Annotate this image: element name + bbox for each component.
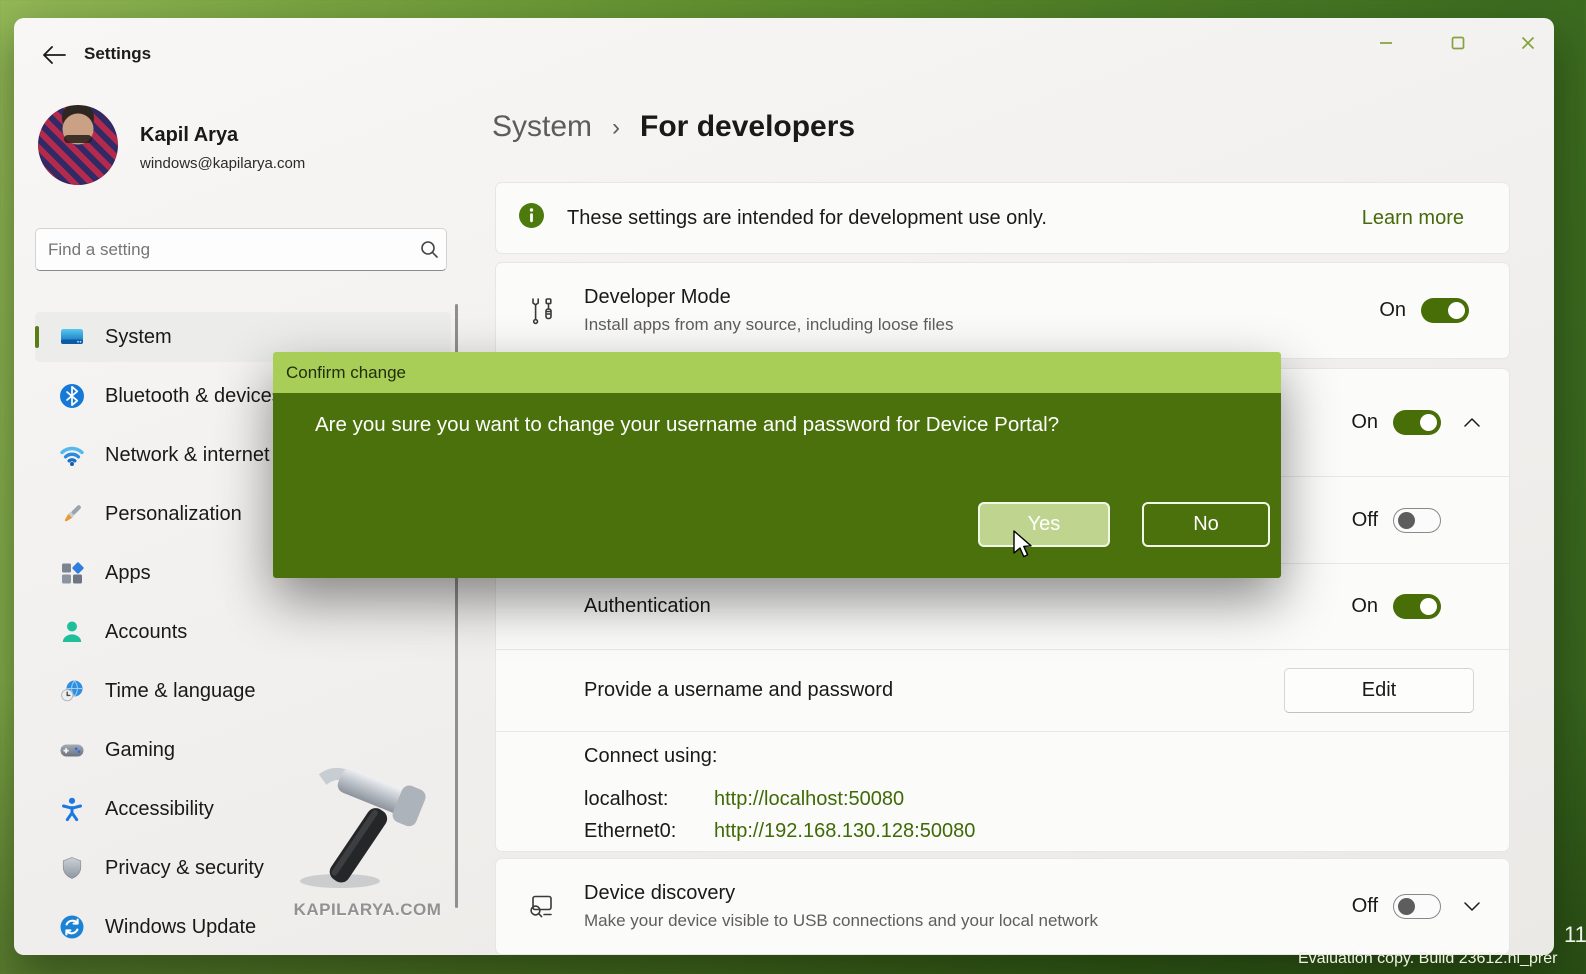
developer-mode-row: Developer Mode Install apps from any sou… — [495, 262, 1510, 359]
sidebar-item-label: Network & internet — [105, 444, 270, 467]
page-title: Settings — [84, 44, 151, 64]
settings-window: Settings Kapil Arya windows@kapilarya.co… — [14, 18, 1554, 955]
yes-button[interactable]: Yes — [978, 502, 1110, 547]
evaluation-copy-watermark: Evaluation copy. Build 23612.ni_prer — [1298, 950, 1557, 968]
device-discovery-toggle-label: Off — [1352, 895, 1378, 918]
info-icon — [518, 202, 545, 234]
close-button[interactable] — [1505, 28, 1551, 62]
time-language-icon — [59, 678, 85, 704]
dev-warning-banner: These settings are intended for developm… — [495, 182, 1510, 254]
apps-icon — [59, 560, 85, 586]
device-discovery-text: Device discovery Make your device visibl… — [584, 882, 1098, 931]
developer-mode-toggle[interactable] — [1421, 298, 1469, 323]
sidebar-item-label: Time & language — [105, 680, 255, 703]
credentials-label: Provide a username and password — [584, 679, 893, 702]
connect-using-heading: Connect using: — [584, 745, 1509, 768]
authentication-label: Authentication — [584, 595, 711, 618]
selected-indicator — [35, 326, 39, 348]
credentials-row: Provide a username and password Edit — [496, 649, 1509, 731]
device-discovery-row: Device discovery Make your device visibl… — [495, 858, 1510, 955]
developer-mode-subtitle: Install apps from any source, including … — [584, 315, 953, 335]
page-heading: For developers — [640, 110, 855, 144]
windows-update-icon — [59, 914, 85, 940]
toggle-knob — [1398, 512, 1415, 529]
hammer-logo-icon — [288, 878, 448, 895]
authentication-toggle[interactable] — [1393, 594, 1441, 619]
minimize-button[interactable] — [1363, 28, 1409, 62]
device-discovery-toggle[interactable] — [1393, 894, 1441, 919]
no-button[interactable]: No — [1142, 502, 1270, 547]
search-box[interactable] — [35, 228, 447, 271]
sidebar-item-label: Accounts — [105, 621, 187, 644]
developer-mode-toggle-label: On — [1379, 299, 1406, 322]
sidebar-item-label: Windows Update — [105, 916, 256, 939]
sidebar-item-label: Apps — [105, 562, 151, 585]
device-discovery-title: Device discovery — [584, 882, 1098, 905]
chevron-up-icon[interactable] — [1463, 418, 1481, 427]
avatar — [38, 105, 118, 185]
maximize-button[interactable] — [1435, 28, 1481, 62]
dialog-title: Confirm change — [273, 352, 1281, 393]
connect-using-row: Connect using: localhost: http://localho… — [496, 731, 1509, 852]
windows-version-watermark: 11 — [1564, 922, 1586, 948]
device-discovery-subtitle: Make your device visible to USB connecti… — [584, 911, 1098, 931]
toggle-knob — [1420, 598, 1437, 615]
learn-more-link[interactable]: Learn more — [1362, 207, 1464, 230]
device-discovery-icon — [526, 893, 558, 921]
bluetooth-icon — [59, 383, 85, 409]
breadcrumb-system[interactable]: System — [492, 110, 592, 144]
system-icon — [59, 324, 85, 350]
connect-entry-name: Ethernet0: — [584, 820, 714, 843]
kapilarya-caption: KAPILARYA.COM — [280, 900, 455, 920]
developer-mode-text: Developer Mode Install apps from any sou… — [584, 286, 953, 335]
avatar-sunglasses — [64, 135, 92, 143]
secondary-toggle-label: Off — [1352, 509, 1378, 532]
user-email: windows@kapilarya.com — [140, 155, 305, 172]
sidebar-item-accounts[interactable]: Accounts — [35, 607, 451, 657]
search-input[interactable] — [36, 240, 412, 260]
confirm-change-dialog: Confirm change Are you sure you want to … — [273, 352, 1281, 578]
sidebar-item-label: Bluetooth & devices — [105, 385, 282, 408]
authentication-toggle-label: On — [1351, 595, 1378, 618]
sidebar-item-time-language[interactable]: Time & language — [35, 666, 451, 716]
breadcrumb: System › For developers — [492, 110, 855, 144]
accessibility-icon — [59, 796, 85, 822]
sidebar-item-label: Privacy & security — [105, 857, 264, 880]
dialog-message: Are you sure you want to change your use… — [315, 413, 1059, 437]
sidebar-item-label: Gaming — [105, 739, 175, 762]
network-icon — [59, 442, 85, 468]
secondary-toggle[interactable] — [1393, 508, 1441, 533]
ethernet0-link[interactable]: http://192.168.130.128:50080 — [714, 820, 1509, 843]
chevron-down-icon[interactable] — [1463, 902, 1481, 911]
toggle-knob — [1398, 898, 1415, 915]
edit-button[interactable]: Edit — [1284, 668, 1474, 713]
dialog-body: Are you sure you want to change your use… — [273, 393, 1281, 578]
device-portal-toggle-label: On — [1351, 411, 1378, 434]
banner-message: These settings are intended for developm… — [567, 207, 1047, 230]
toggle-knob — [1420, 414, 1437, 431]
personalization-icon — [59, 501, 85, 527]
mouse-cursor — [1012, 530, 1038, 566]
breadcrumb-separator: › — [612, 112, 620, 142]
accounts-icon — [59, 619, 85, 645]
developer-mode-icon — [526, 295, 558, 327]
localhost-link[interactable]: http://localhost:50080 — [714, 788, 1509, 811]
minimize-icon — [1376, 35, 1396, 56]
toggle-knob — [1448, 302, 1465, 319]
search-icon — [412, 240, 446, 259]
connect-entry-name: localhost: — [584, 788, 714, 811]
kapilarya-watermark: KAPILARYA.COM — [280, 763, 455, 920]
privacy-security-icon — [59, 855, 85, 881]
gaming-icon — [59, 737, 85, 763]
developer-mode-title: Developer Mode — [584, 286, 953, 309]
device-portal-toggle[interactable] — [1393, 410, 1441, 435]
sidebar-item-label: System — [105, 326, 172, 349]
close-icon — [1518, 34, 1538, 57]
back-arrow-icon — [42, 46, 66, 69]
sidebar-item-label: Personalization — [105, 503, 242, 526]
sidebar-item-label: Accessibility — [105, 798, 214, 821]
user-name: Kapil Arya — [140, 124, 238, 147]
maximize-icon — [1448, 35, 1468, 56]
back-button[interactable] — [36, 40, 72, 74]
